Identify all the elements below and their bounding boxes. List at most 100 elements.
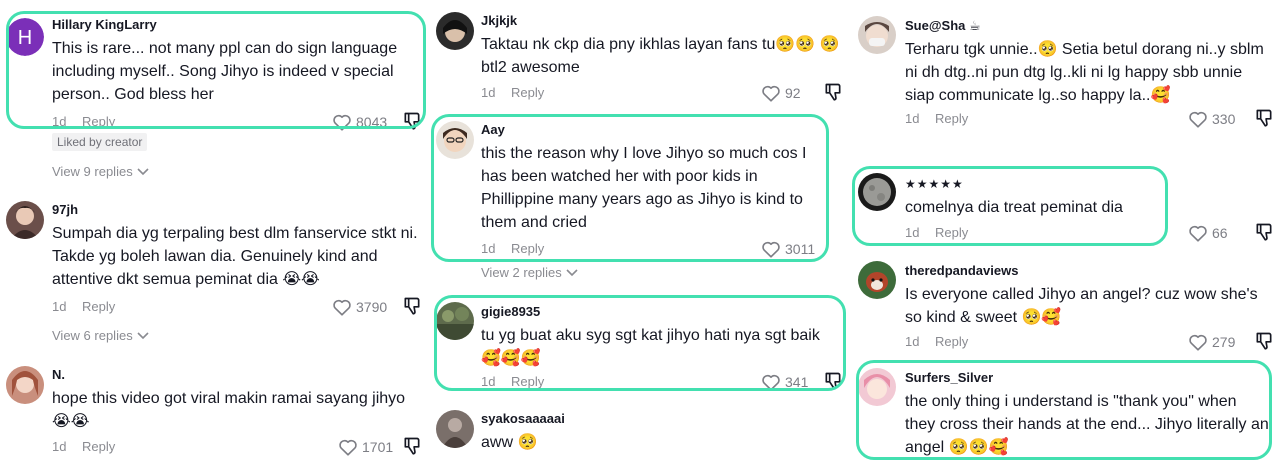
dislike-button[interactable] — [1254, 108, 1274, 128]
dislike-button[interactable] — [402, 296, 422, 316]
comment-text: aww 🥺 — [481, 434, 538, 451]
avatar[interactable] — [858, 261, 896, 299]
reply-button[interactable]: Reply — [935, 225, 968, 240]
like-count: 341 — [785, 374, 809, 390]
thumbs-down-icon — [1254, 331, 1274, 351]
heart-outline-icon — [332, 113, 352, 131]
chevron-down-icon — [137, 328, 149, 343]
comment-column-right: Sue@Sha ☕ Terharu tgk unnie..🥺 Setia bet… — [850, 0, 1280, 460]
avatar[interactable] — [436, 410, 474, 448]
like-button[interactable]: 66 — [1188, 222, 1228, 244]
comment-text: This is rare... not many ppl can do sign… — [52, 40, 398, 103]
view-replies-label: View 6 replies — [52, 328, 133, 343]
reply-button[interactable]: Reply — [935, 111, 968, 126]
liked-by-creator-badge: Liked by creator — [52, 133, 148, 151]
comment-time: 1d — [905, 111, 920, 126]
avatar[interactable] — [858, 16, 896, 54]
dislike-button[interactable] — [1254, 222, 1274, 242]
heart-outline-icon — [1188, 224, 1208, 242]
avatar[interactable] — [436, 121, 474, 159]
comment-text: the only thing i understand is "thank yo… — [905, 393, 1269, 456]
reply-button[interactable]: Reply — [511, 374, 544, 389]
comment-text: tu yg buat aku syg sgt kat jihyo hati ny… — [481, 327, 820, 367]
heart-outline-icon — [338, 438, 358, 456]
thumbs-down-icon — [823, 371, 843, 391]
heart-outline-icon — [761, 373, 781, 391]
like-count: 330 — [1212, 111, 1236, 127]
like-count: 3011 — [785, 241, 816, 257]
comment-username[interactable]: Aay — [481, 121, 841, 139]
heart-outline-icon — [1188, 333, 1208, 351]
like-button[interactable]: 341 — [761, 371, 808, 393]
comment-username[interactable]: Jkjkjk — [481, 12, 841, 30]
reply-button[interactable]: Reply — [511, 241, 544, 256]
like-count: 8043 — [356, 114, 388, 130]
comment-text: Terharu tgk unnie..🥺 Setia betul dorang … — [905, 41, 1264, 104]
like-count: 66 — [1212, 225, 1228, 241]
comment-username[interactable]: Sue@Sha ☕ — [905, 17, 1275, 35]
reply-button[interactable]: Reply — [935, 334, 968, 349]
comment-column-left: H Hillary KingLarry This is rare... not … — [0, 0, 430, 460]
comment-text: comelnya dia treat peminat dia — [905, 199, 1123, 216]
avatar[interactable] — [858, 173, 896, 211]
chevron-down-icon — [566, 265, 578, 280]
view-replies-label: View 2 replies — [481, 265, 562, 280]
like-count: 3790 — [356, 299, 388, 315]
avatar[interactable]: H — [6, 18, 44, 56]
comment-surfers-silver: Surfers_Silver the only thing i understa… — [850, 358, 1280, 460]
comment-username[interactable]: syakosaaaaai — [481, 410, 841, 428]
avatar[interactable] — [6, 366, 44, 404]
thumbs-down-icon — [1254, 108, 1274, 128]
comment-syakosaaaaai: syakosaaaaai aww 🥺 — [430, 402, 850, 460]
like-count: 1701 — [362, 439, 394, 455]
dislike-button[interactable] — [402, 111, 422, 131]
avatar[interactable] — [858, 368, 896, 406]
comments-page: H Hillary KingLarry This is rare... not … — [0, 0, 1280, 460]
comment-time: 1d — [481, 85, 496, 100]
comment-text: hope this video got viral makin ramai sa… — [52, 390, 406, 430]
avatar[interactable] — [6, 201, 44, 239]
comment-n: N. hope this video got viral makin ramai… — [0, 362, 430, 460]
dislike-button[interactable] — [823, 82, 843, 102]
heart-outline-icon — [332, 298, 352, 316]
like-button[interactable]: 330 — [1188, 108, 1235, 130]
comment-username[interactable]: gigie8935 — [481, 303, 841, 321]
like-button[interactable]: 3790 — [332, 296, 387, 318]
comment-theredpandaviews: theredpandaviews Is everyone called Jihy… — [850, 255, 1280, 355]
reply-button[interactable]: Reply — [82, 299, 115, 314]
comment-username[interactable]: ★★★★★ — [905, 175, 1275, 193]
thumbs-down-icon — [823, 82, 843, 102]
comment-text: this the reason why I love Jihyo so much… — [481, 145, 807, 231]
dislike-button[interactable] — [402, 436, 422, 456]
comment-time: 1d — [905, 334, 920, 349]
comment-time: 1d — [481, 374, 496, 389]
comment-username[interactable]: theredpandaviews — [905, 262, 1275, 280]
thumbs-down-icon — [402, 111, 422, 131]
comment-username[interactable]: 97jh — [52, 201, 422, 219]
chevron-down-icon — [137, 164, 149, 179]
like-button[interactable]: 8043 — [332, 111, 387, 133]
comment-97jh: 97jh Sumpah dia yg terpaling best dlm fa… — [0, 195, 430, 320]
dislike-button[interactable] — [823, 371, 843, 391]
avatar[interactable] — [436, 302, 474, 340]
comment-username[interactable]: N. — [52, 366, 422, 384]
like-button[interactable]: 279 — [1188, 331, 1235, 353]
reply-button[interactable]: Reply — [82, 114, 115, 129]
like-button[interactable]: 3011 — [761, 238, 815, 260]
dislike-button[interactable] — [1254, 331, 1274, 351]
reply-button[interactable]: Reply — [511, 85, 544, 100]
like-button[interactable]: 92 — [761, 82, 801, 104]
comment-jkjkjk: Jkjkjk Taktau nk ckp dia pny ikhlas laya… — [430, 0, 850, 105]
view-replies-button[interactable]: View 6 replies — [52, 328, 149, 343]
like-count: 279 — [1212, 334, 1236, 350]
comment-five-stars: ★★★★★ comelnya dia treat peminat dia 1d … — [850, 165, 1280, 247]
thumbs-down-icon — [402, 296, 422, 316]
comment-username[interactable]: Surfers_Silver — [905, 369, 1275, 387]
like-button[interactable]: 1701 — [338, 436, 393, 458]
comment-time: 1d — [481, 241, 496, 256]
comment-username[interactable]: Hillary KingLarry — [52, 16, 422, 34]
reply-button[interactable]: Reply — [82, 439, 115, 454]
avatar[interactable] — [436, 12, 474, 50]
view-replies-button[interactable]: View 9 replies — [52, 164, 149, 179]
view-replies-button[interactable]: View 2 replies — [481, 265, 578, 280]
